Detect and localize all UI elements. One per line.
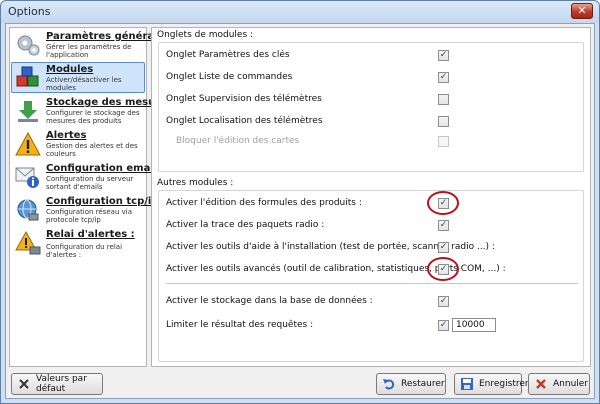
stockage-bdd-label: Activer le stockage dans la base de donn… — [166, 296, 373, 306]
onglet-localisation-checkbox[interactable] — [438, 116, 449, 127]
stockage-bdd-checkbox[interactable]: ✓ — [438, 296, 449, 307]
restore-label: Restaurer — [401, 379, 445, 389]
options-sidebar: Paramètres généraux Gérer les paramètres… — [9, 27, 173, 367]
sidebar-item-title: Modules — [46, 64, 94, 75]
onglet-supervision-label: Onglet Supervision des télémètres — [166, 94, 322, 104]
window-title: Options — [8, 5, 51, 18]
trace-radio-label: Activer la trace des paquets radio : — [166, 220, 325, 230]
save-label: Enregistrer* — [479, 379, 534, 389]
cancel-icon — [534, 377, 548, 391]
onglets-group-title: Onglets de modules : — [157, 30, 254, 40]
autres-group-title: Autres modules : — [157, 178, 234, 188]
save-icon — [460, 377, 474, 391]
sidebar-item-desc: Configuration du relai d'alertes : — [46, 243, 123, 259]
sidebar-item-alerts[interactable]: Alertes Gestion des alertes et des coule… — [11, 128, 145, 159]
highlight-circle — [427, 191, 459, 215]
options-window: Options ✕ Paramètres généraux Gérer les … — [0, 0, 600, 404]
onglet-cles-checkbox[interactable]: ✓ — [438, 50, 449, 61]
onglets-group — [158, 42, 584, 172]
sidebar-item-email[interactable]: Configuration email Configuration du ser… — [11, 161, 157, 192]
sidebar-item-desc: Activer/désactiver les modules — [46, 76, 122, 92]
onglet-localisation-label: Onglet Localisation des télémètres — [166, 116, 323, 126]
cancel-button[interactable]: Annuler — [528, 373, 590, 395]
sidebar-item-title: Configuration email — [46, 163, 158, 174]
sidebar-item-storage[interactable]: Stockage des mesures Configurer le stock… — [11, 95, 173, 126]
restore-button[interactable]: Restaurer — [376, 373, 446, 395]
sidebar-item-desc: Gestion des alertes et des couleurs — [46, 142, 138, 158]
close-button[interactable]: ✕ — [571, 3, 593, 19]
download-icon — [18, 101, 38, 122]
modules-panel: Onglets de modules : Onglet Paramètres d… — [151, 27, 591, 367]
autres-group — [158, 190, 584, 362]
onglet-supervision-checkbox[interactable] — [438, 94, 449, 105]
sidebar-item-modules[interactable]: Modules Activer/désactiver les modules — [11, 62, 145, 93]
undo-icon — [382, 377, 396, 391]
gears-icon — [17, 35, 40, 56]
window-client: Paramètres généraux Gérer les paramètres… — [5, 23, 595, 399]
sidebar-item-desc: Configuration du serveur sortant d'email… — [46, 175, 134, 191]
bloquer-cartes-label: Bloquer l'édition des cartes — [176, 136, 300, 146]
warning-icon — [15, 132, 41, 156]
sidebar-item-desc: Configurer le stockage des mesures des p… — [46, 109, 140, 125]
sidebar-item-title: Paramètres généraux — [46, 31, 168, 42]
title-bar[interactable]: Options ✕ — [1, 1, 599, 23]
trace-radio-checkbox[interactable]: ✓ — [438, 220, 449, 231]
default-values-label: Valeurs par défaut — [36, 374, 87, 394]
highlight-circle — [427, 257, 459, 281]
save-button[interactable]: Enregistrer* — [454, 373, 533, 395]
cancel-label: Annuler — [553, 379, 589, 389]
sidebar-item-title: Alertes — [46, 130, 87, 141]
limiter-requetes-label: Limiter le résultat des requêtes : — [166, 320, 314, 330]
outils-installation-checkbox[interactable]: ✓ — [438, 242, 449, 253]
cubes-icon — [16, 66, 39, 87]
sidebar-item-general[interactable]: Paramètres généraux Gérer les paramètres… — [11, 29, 168, 60]
default-values-button[interactable]: Valeurs par défaut — [11, 373, 103, 395]
sidebar-item-desc: Configuration réseau via protocole tcp/i… — [46, 208, 133, 224]
sidebar-item-title: Relai d'alertes : — [46, 229, 135, 240]
onglet-commandes-checkbox[interactable]: ✓ — [438, 72, 449, 83]
edition-formules-label: Activer l'édition des formules des produ… — [166, 198, 362, 208]
network-icon — [17, 199, 39, 221]
close-icon — [17, 377, 31, 391]
limiter-requetes-checkbox[interactable]: ✓ — [438, 320, 449, 331]
relay-icon — [15, 231, 41, 255]
limiter-requetes-input[interactable]: 10000 — [452, 318, 496, 332]
separator — [166, 283, 578, 284]
email-icon — [15, 167, 39, 188]
sidebar-item-title: Configuration tcp/ip — [46, 196, 159, 207]
onglet-cles-label: Onglet Paramètres des clés — [166, 50, 290, 60]
sidebar-item-tcpip[interactable]: Configuration tcp/ip Configuration résea… — [11, 194, 158, 225]
sidebar-item-relay[interactable]: Relai d'alertes : Configuration du relai… — [11, 227, 145, 259]
bloquer-cartes-checkbox[interactable] — [438, 136, 449, 147]
sidebar-item-desc: Gérer les paramètres de l'application — [46, 43, 132, 59]
onglet-commandes-label: Onglet Liste de commandes — [166, 72, 293, 82]
